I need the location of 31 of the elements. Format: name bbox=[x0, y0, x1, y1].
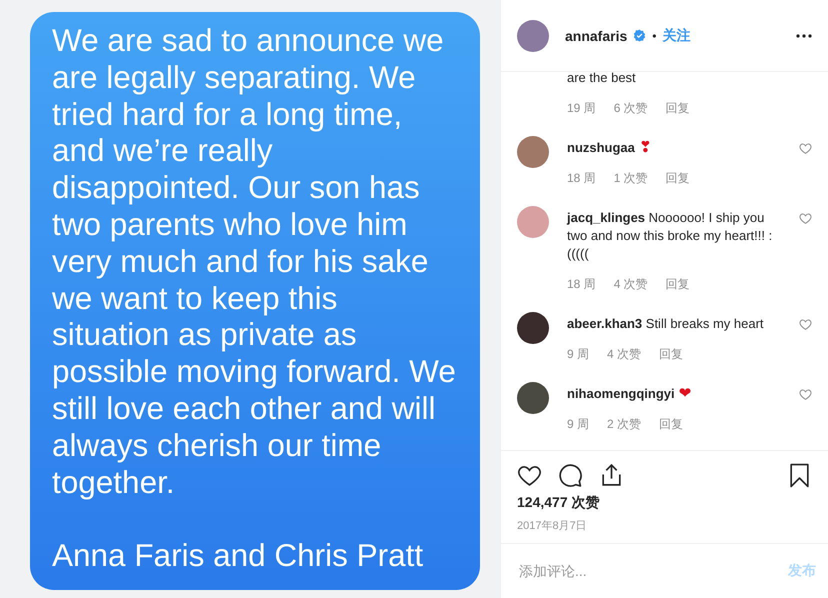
reply-link[interactable]: 回复 bbox=[666, 99, 690, 117]
message-bubble: We are sad to announce we are legally separating. We tried hard for a long time, and we’re really disappointed. Our son has two parents who love him very much and for his sake we want to keep this situation as private as possible moving forward. We still love each other and will always cherish our time together. Anna Faris and Chris Pratt bbox=[30, 12, 480, 590]
comment-text: jacq_klinges Noooooo! I ship you two and now this broke my heart!!! :((((( bbox=[567, 209, 774, 263]
separator-dot: • bbox=[652, 28, 656, 42]
comment-text: nihaomengqingyi ❤ bbox=[567, 385, 692, 403]
reply-link[interactable]: 回复 bbox=[666, 275, 690, 293]
comment-icon[interactable] bbox=[558, 463, 583, 488]
comment-age: 18 周 bbox=[567, 276, 596, 293]
comment-age: 9 周 bbox=[567, 346, 590, 363]
reply-link[interactable]: 回复 bbox=[659, 345, 684, 363]
comment-age: 18 周 bbox=[567, 170, 596, 187]
comment-text: nuzshugaa ❣ bbox=[567, 139, 653, 157]
comment-likes[interactable]: 6 次赞 bbox=[614, 99, 648, 117]
more-options-icon[interactable] bbox=[796, 34, 812, 38]
comment-text: abeer.khan3 Still breaks my heart bbox=[567, 315, 765, 333]
heart-icon[interactable] bbox=[517, 463, 542, 488]
username[interactable]: annafaris bbox=[565, 28, 628, 44]
comment-likes[interactable]: 4 次赞 bbox=[607, 345, 642, 363]
comment-age: 9 周 bbox=[567, 416, 590, 433]
comment-age: 19 周 bbox=[567, 100, 596, 117]
like-count[interactable]: 124,477 次赞 bbox=[501, 488, 828, 512]
reply-link[interactable]: 回复 bbox=[659, 415, 684, 433]
comment-likes[interactable]: 1 次赞 bbox=[614, 169, 648, 187]
comment-likes[interactable]: 4 次赞 bbox=[614, 275, 648, 293]
post-date: 2017年8月7日 bbox=[516, 519, 588, 534]
comment-likes[interactable]: 2 次赞 bbox=[607, 415, 642, 433]
follow-link[interactable]: 关注 bbox=[662, 26, 690, 44]
avatar[interactable] bbox=[517, 312, 549, 344]
comment-text: are the best bbox=[567, 72, 637, 87]
avatar[interactable] bbox=[517, 382, 549, 414]
reply-link[interactable]: 回复 bbox=[666, 169, 690, 187]
